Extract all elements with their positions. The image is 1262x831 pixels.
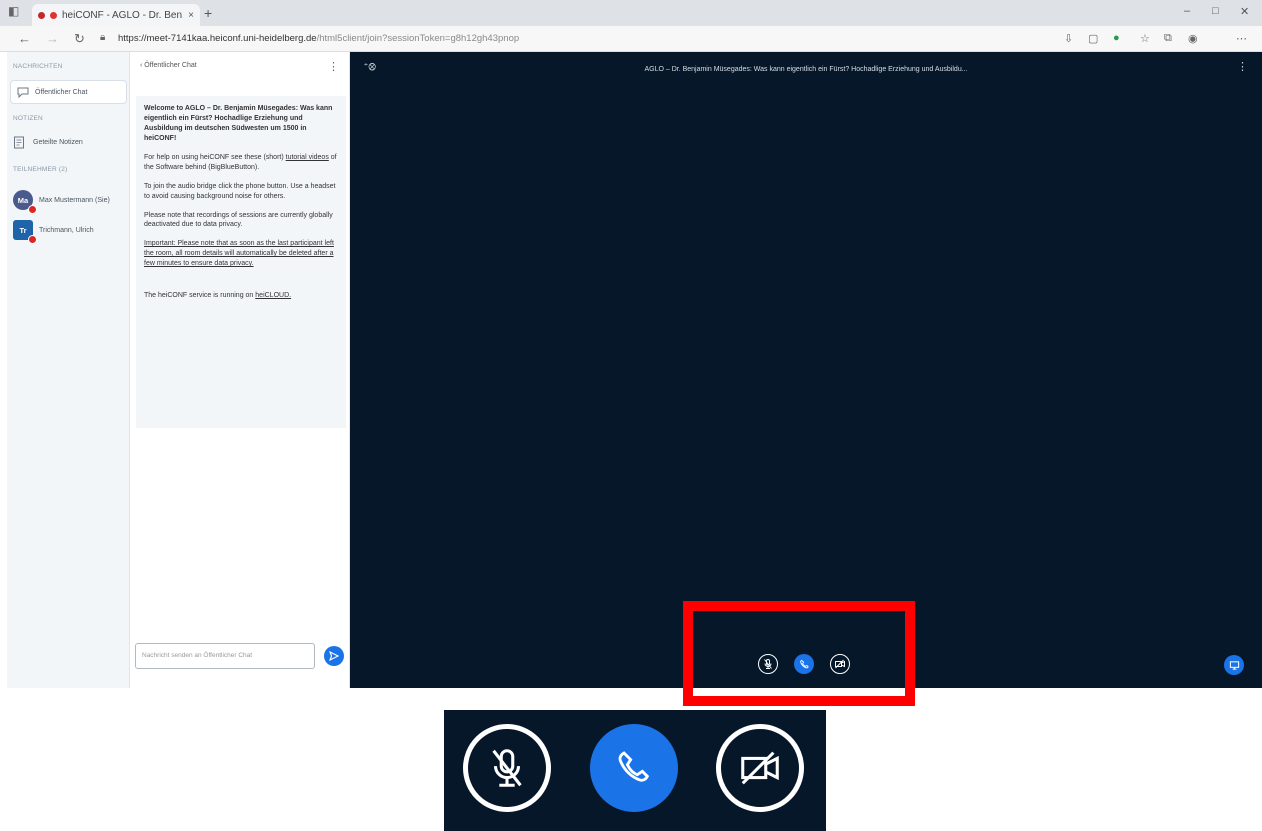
address-bar: ← → ↻ 🔒︎ https://meet-7141kaa.heiconf.un…: [0, 26, 1262, 52]
user-list-item[interactable]: Tr Trichmann, Ulrich: [13, 220, 94, 244]
heicloud-link[interactable]: heiCLOUD.: [255, 292, 291, 299]
options-menu-icon[interactable]: ⋮: [1237, 60, 1248, 73]
avatar: Tr: [13, 220, 37, 244]
send-icon: [329, 651, 339, 661]
notes-section-title: NOTIZEN: [13, 115, 43, 122]
chat-icon: [17, 87, 29, 98]
chat-panel: ‹ Öffentlicher Chat ⋮ Welcome to AGLO – …: [130, 52, 350, 688]
microphone-muted-icon: [492, 749, 522, 787]
highlight-box: [683, 601, 915, 706]
zoomed-controls: [444, 710, 826, 831]
refresh-icon[interactable]: ↻: [74, 31, 85, 47]
profile-icon[interactable]: ◉: [1188, 32, 1198, 45]
url-path: /html5client/join?sessionToken=g8h12gh43…: [316, 33, 520, 44]
avatar-initials: Tr: [19, 225, 27, 235]
extension-icon[interactable]: ●: [1113, 32, 1120, 44]
user-list-panel: NACHRICHTEN Öffentlicher Chat NOTIZEN Ge…: [7, 52, 130, 688]
send-message-button[interactable]: [324, 646, 344, 666]
notes-icon: [14, 136, 24, 149]
participants-section-title: TEILNEHMER (2): [13, 166, 68, 173]
shared-notes-item[interactable]: Geteilte Notizen: [13, 136, 83, 149]
presentation-icon: [1229, 660, 1239, 670]
lock-icon: 🔒︎: [100, 32, 106, 43]
tab-close-icon[interactable]: ×: [188, 10, 194, 21]
maximize-icon[interactable]: □: [1212, 5, 1219, 17]
url-field[interactable]: https://meet-7141kaa.heiconf.uni-heidelb…: [118, 33, 519, 44]
recording-icon: [50, 11, 57, 19]
help-prefix: For help on using heiCONF see these (sho…: [144, 153, 286, 161]
back-icon[interactable]: ←: [18, 31, 31, 46]
service-prefix: The heiCONF service is running on: [144, 292, 256, 300]
url-host: https://meet-7141kaa.heiconf.uni-heidelb…: [118, 33, 317, 44]
zoomed-unmute-button[interactable]: [463, 724, 551, 812]
welcome-heading: Welcome to AGLO – Dr. Benjamin Müsegades…: [144, 105, 333, 142]
welcome-message: Welcome to AGLO – Dr. Benjamin Müsegades…: [136, 96, 346, 428]
user-list-item[interactable]: Ma Max Mustermann (Sie): [13, 190, 110, 214]
browser-tab[interactable]: hei­CONF - AGLO - Dr. Ben... ×: [32, 4, 200, 26]
tab-icon[interactable]: ▢: [1088, 32, 1098, 45]
messages-section-title: NACHRICHTEN: [13, 63, 63, 70]
public-chat-item[interactable]: Öffentlicher Chat: [10, 80, 127, 104]
restore-presentation-button[interactable]: [1224, 655, 1244, 675]
avatar-initials: Ma: [17, 195, 29, 205]
tab-actions-icon[interactable]: ◧: [8, 4, 19, 18]
public-chat-label: Öffentlicher Chat: [35, 88, 88, 96]
muted-badge-icon: [28, 235, 37, 244]
close-window-icon[interactable]: ✕: [1240, 5, 1249, 18]
favicon-icon: [38, 11, 45, 19]
important-text: Important: Please note that as soon as t…: [144, 240, 334, 268]
favorites-icon[interactable]: ☆: [1140, 32, 1150, 45]
zoomed-share-webcam-button[interactable]: [716, 724, 804, 812]
forward-icon[interactable]: →: [46, 31, 59, 46]
audio-text: To join the audio bridge click the phone…: [144, 182, 336, 200]
new-tab-button[interactable]: +: [204, 5, 212, 21]
chat-options-icon[interactable]: ⋮: [328, 60, 339, 73]
user-name: Max Mustermann (Sie): [39, 196, 110, 204]
chat-header[interactable]: ‹ Öffentlicher Chat: [140, 62, 197, 69]
tab-title: hei­CONF - AGLO - Dr. Ben...: [62, 9, 184, 21]
more-icon[interactable]: ⋯: [1236, 32, 1247, 45]
screenshot: ◧ hei­CONF - AGLO - Dr. Ben... × + – □ ✕…: [0, 0, 1262, 831]
shared-notes-label: Geteilte Notizen: [33, 139, 83, 146]
minimize-icon[interactable]: –: [1184, 5, 1190, 17]
presentation-area: ⁺ꕕ AGLO – Dr. Benjamin Müsegades: Was ka…: [350, 52, 1262, 688]
phone-icon: [618, 751, 650, 782]
chat-message-input[interactable]: Nachricht senden an Öffentlicher Chat: [135, 643, 315, 669]
user-name: Trichmann, Ulrich: [39, 226, 94, 234]
tutorial-link[interactable]: tutorial videos: [286, 154, 329, 161]
zoomed-leave-audio-button[interactable]: [590, 724, 678, 812]
recordings-text: Please note that recordings of sessions …: [144, 211, 333, 229]
meeting-title: AGLO – Dr. Benjamin Müsegades: Was kann …: [644, 66, 968, 73]
collections-icon[interactable]: ⧉: [1164, 32, 1172, 45]
browser-tab-bar: ◧ hei­CONF - AGLO - Dr. Ben... × + – □ ✕: [0, 0, 1262, 26]
muted-badge-icon: [28, 205, 37, 214]
service-text: The heiCONF service is running on heiCLO…: [144, 291, 338, 301]
read-aloud-icon[interactable]: ⇩: [1064, 32, 1073, 45]
video-off-icon: [741, 751, 779, 785]
avatar: Ma: [13, 190, 37, 214]
help-text: For help on using heiCONF see these (sho…: [144, 153, 338, 173]
